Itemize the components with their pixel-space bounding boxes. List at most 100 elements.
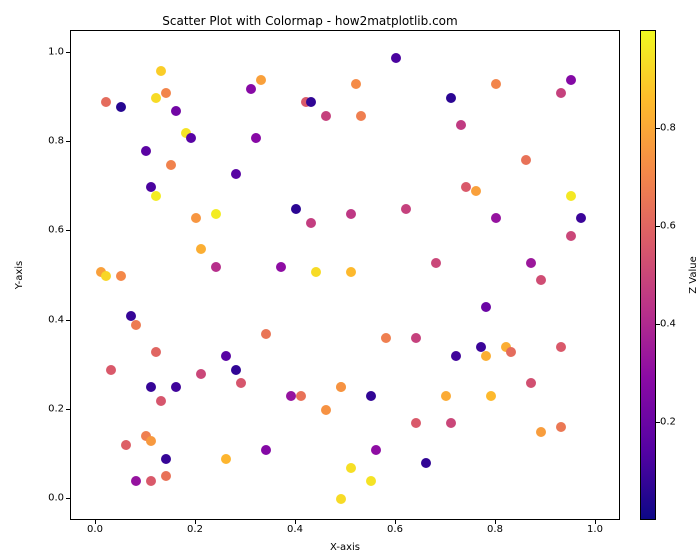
y-tick-mark <box>66 409 70 410</box>
scatter-point <box>461 182 471 192</box>
scatter-point <box>191 213 201 223</box>
y-tick-mark <box>66 141 70 142</box>
y-tick-label: 1.0 <box>34 47 64 58</box>
y-tick-label: 0.4 <box>34 314 64 325</box>
scatter-point <box>146 436 156 446</box>
scatter-point <box>286 391 296 401</box>
scatter-point <box>196 369 206 379</box>
scatter-point <box>251 133 261 143</box>
scatter-point <box>491 213 501 223</box>
scatter-point <box>486 391 496 401</box>
scatter-point <box>156 66 166 76</box>
scatter-point <box>366 391 376 401</box>
x-tick-label: 0.2 <box>187 524 203 535</box>
scatter-point <box>161 454 171 464</box>
figure: Scatter Plot with Colormap - how2matplot… <box>0 0 700 560</box>
scatter-point <box>151 191 161 201</box>
scatter-point <box>506 347 516 357</box>
y-tick-label: 0.6 <box>34 225 64 236</box>
scatter-point <box>446 418 456 428</box>
scatter-point <box>161 88 171 98</box>
x-tick-label: 0.6 <box>387 524 403 535</box>
scatter-point <box>566 231 576 241</box>
scatter-point <box>321 111 331 121</box>
scatter-point <box>536 275 546 285</box>
scatter-point <box>131 320 141 330</box>
scatter-point <box>556 88 566 98</box>
scatter-point <box>366 476 376 486</box>
scatter-point <box>151 93 161 103</box>
scatter-point <box>256 75 266 85</box>
scatter-point <box>221 454 231 464</box>
scatter-point <box>556 422 566 432</box>
scatter-point <box>381 333 391 343</box>
scatter-point <box>481 302 491 312</box>
y-tick-label: 0.2 <box>34 403 64 414</box>
scatter-point <box>211 209 221 219</box>
scatter-point <box>401 204 411 214</box>
scatter-point <box>146 382 156 392</box>
scatter-point <box>276 262 286 272</box>
scatter-point <box>336 382 346 392</box>
scatter-point <box>346 463 356 473</box>
scatter-point <box>101 271 111 281</box>
scatter-point <box>311 267 321 277</box>
scatter-point <box>196 244 206 254</box>
scatter-point <box>371 445 381 455</box>
scatter-point <box>336 494 346 504</box>
plot-area <box>70 30 620 520</box>
colorbar-tick-label: 0.2 <box>660 417 676 428</box>
scatter-point <box>231 365 241 375</box>
scatter-point <box>151 347 161 357</box>
scatter-point <box>526 378 536 388</box>
scatter-point <box>566 75 576 85</box>
scatter-point <box>306 97 316 107</box>
scatter-point <box>156 396 166 406</box>
scatter-point <box>246 84 256 94</box>
scatter-point <box>296 391 306 401</box>
scatter-point <box>131 476 141 486</box>
scatter-point <box>351 79 361 89</box>
x-tick-label: 0.0 <box>87 524 103 535</box>
scatter-point <box>116 102 126 112</box>
x-tick-label: 0.8 <box>487 524 503 535</box>
scatter-point <box>411 333 421 343</box>
scatter-point <box>261 329 271 339</box>
y-tick-mark <box>66 52 70 53</box>
scatter-point <box>161 471 171 481</box>
scatter-point <box>116 271 126 281</box>
scatter-point <box>221 351 231 361</box>
scatter-point <box>491 79 501 89</box>
y-tick-label: 0.0 <box>34 492 64 503</box>
scatter-point <box>411 418 421 428</box>
scatter-point <box>231 169 241 179</box>
colorbar-tick-label: 0.6 <box>660 221 676 232</box>
x-tick-label: 1.0 <box>587 524 603 535</box>
scatter-point <box>101 97 111 107</box>
scatter-point <box>441 391 451 401</box>
y-tick-label: 0.8 <box>34 136 64 147</box>
scatter-point <box>346 267 356 277</box>
scatter-point <box>566 191 576 201</box>
y-tick-mark <box>66 320 70 321</box>
scatter-point <box>521 155 531 165</box>
scatter-point <box>481 351 491 361</box>
scatter-point <box>456 120 466 130</box>
y-tick-mark <box>66 230 70 231</box>
scatter-point <box>431 258 441 268</box>
scatter-point <box>186 133 196 143</box>
colorbar-tick-label: 0.4 <box>660 319 676 330</box>
colorbar-tick-label: 0.8 <box>660 123 676 134</box>
scatter-point <box>421 458 431 468</box>
scatter-point <box>451 351 461 361</box>
y-axis-label: Y-axis <box>14 30 28 520</box>
scatter-point <box>471 186 481 196</box>
y-tick-mark <box>66 498 70 499</box>
x-axis-label: X-axis <box>70 542 620 553</box>
scatter-point <box>106 365 116 375</box>
colorbar-label: Z Value <box>688 30 699 520</box>
colorbar <box>640 30 656 520</box>
scatter-point <box>556 342 566 352</box>
scatter-point <box>121 440 131 450</box>
scatter-point <box>236 378 246 388</box>
